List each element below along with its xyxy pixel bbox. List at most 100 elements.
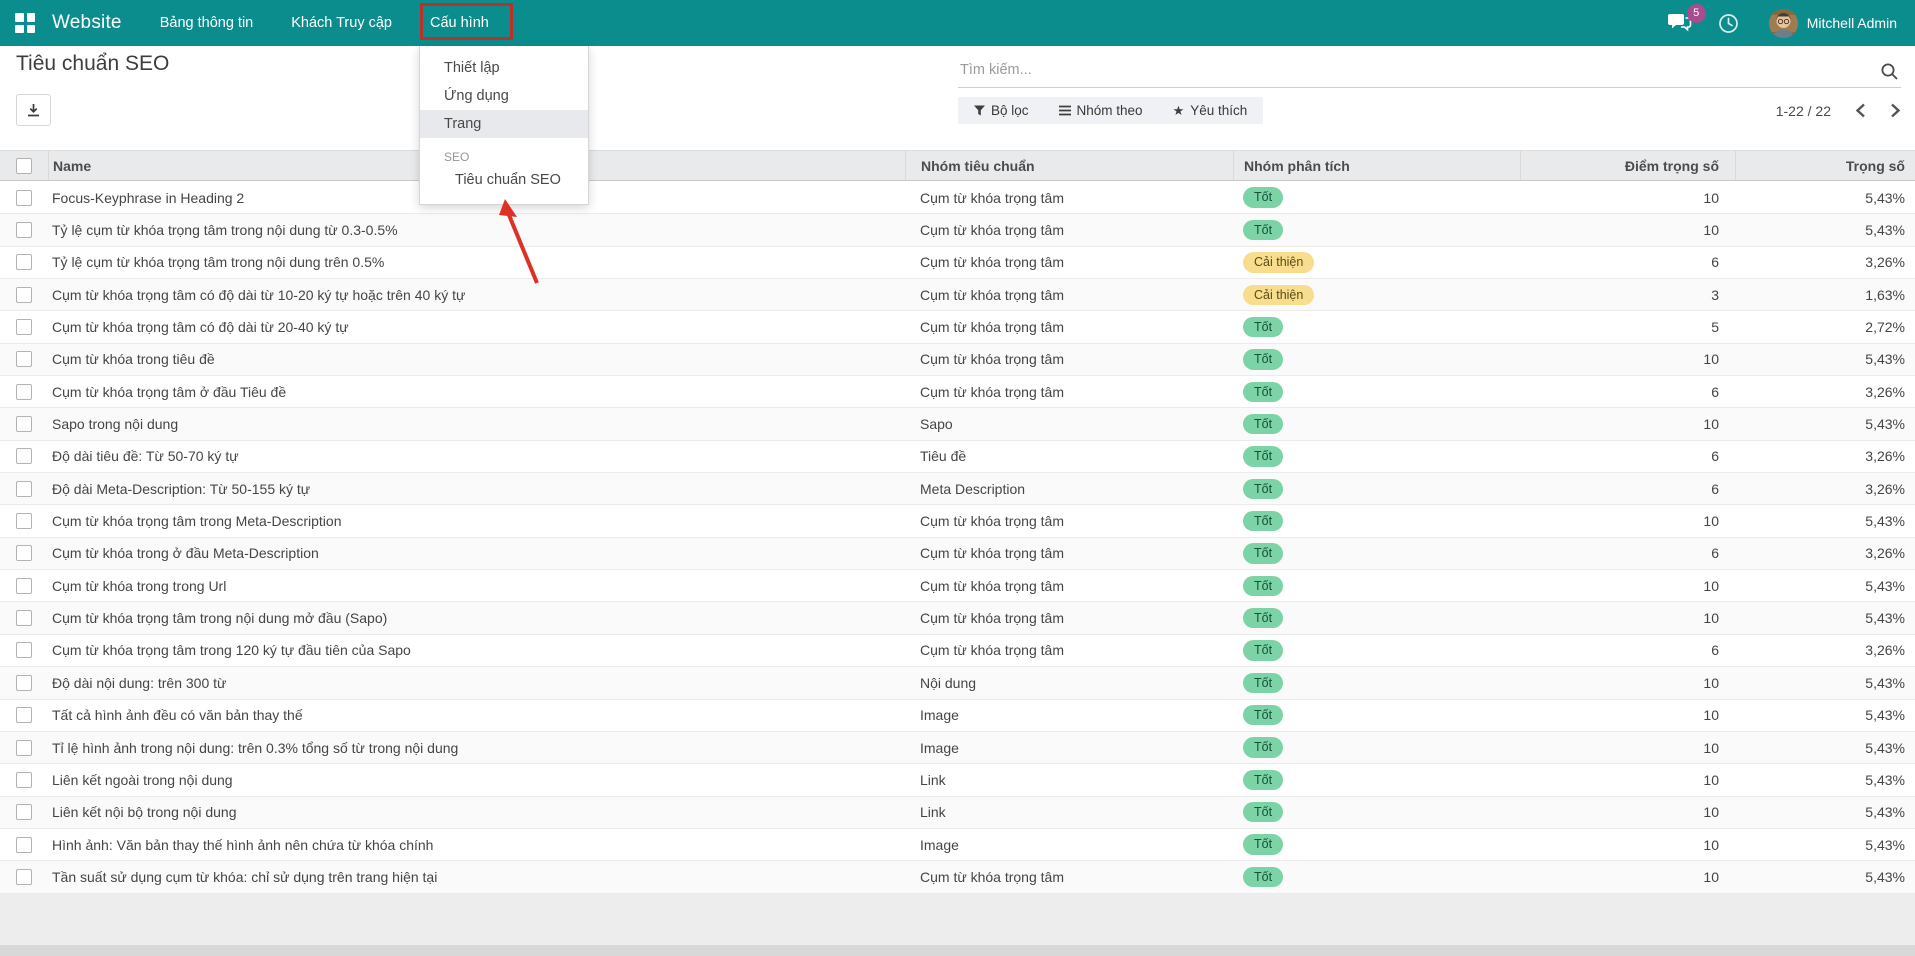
table-row[interactable]: Tỉ lệ hình ảnh trong nội dung: trên 0.3%… — [0, 732, 1915, 764]
table-row[interactable]: Độ dài nội dung: trên 300 từ Nội dung Tố… — [0, 667, 1915, 699]
table-row[interactable]: Cụm từ khóa trong tiêu đề Cụm từ khóa tr… — [0, 344, 1915, 376]
dropdown-menu-item[interactable]: Ứng dụng — [420, 82, 588, 110]
table-row[interactable]: Cụm từ khóa trọng tâm trong nội dung mở … — [0, 602, 1915, 634]
row-checkbox[interactable] — [16, 869, 32, 885]
row-checkbox[interactable] — [16, 675, 32, 691]
page-title: Tiêu chuẩn SEO — [16, 52, 169, 76]
nav-item-configuration[interactable]: Cấu hình — [430, 0, 489, 46]
table-row[interactable]: Hình ảnh: Văn bản thay thế hình ảnh nên … — [0, 829, 1915, 861]
row-checkbox-cell — [0, 740, 48, 756]
row-checkbox[interactable] — [16, 448, 32, 464]
row-checkbox[interactable] — [16, 254, 32, 270]
weight-value: 1,63% — [1735, 287, 1915, 303]
weight-value: 5,43% — [1735, 707, 1915, 723]
row-checkbox[interactable] — [16, 740, 32, 756]
row-checkbox[interactable] — [16, 772, 32, 788]
table-row[interactable]: Cụm từ khóa trọng tâm trong Meta-Descrip… — [0, 505, 1915, 537]
table-row[interactable]: Cụm từ khóa trọng tâm có độ dài từ 20-40… — [0, 311, 1915, 343]
row-checkbox[interactable] — [16, 610, 32, 626]
row-checkbox[interactable] — [16, 222, 32, 238]
table-row[interactable]: Cụm từ khóa trọng tâm ở đầu Tiêu đề Cụm … — [0, 376, 1915, 408]
row-checkbox[interactable] — [16, 545, 32, 561]
row-checkbox[interactable] — [16, 384, 32, 400]
table-row[interactable]: Cụm từ khóa trọng tâm có độ dài từ 10-20… — [0, 279, 1915, 311]
column-header-analysis-group[interactable]: Nhóm phân tích — [1233, 151, 1520, 180]
criterion-group: Image — [905, 740, 1233, 756]
table-row[interactable]: Sapo trong nội dung Sapo Tốt 10 5,43% — [0, 408, 1915, 440]
user-name[interactable]: Mitchell Admin — [1807, 15, 1897, 31]
criterion-name: Cụm từ khóa trọng tâm trong Meta-Descrip… — [48, 513, 905, 529]
dropdown-item-seo-criteria[interactable]: Tiêu chuẩn SEO — [420, 166, 588, 194]
app-brand[interactable]: Website — [52, 12, 122, 34]
favorites-button[interactable]: ★ Yêu thích — [1173, 103, 1248, 118]
user-avatar[interactable] — [1769, 9, 1798, 38]
column-header-weight[interactable]: Trọng số — [1735, 151, 1915, 180]
row-checkbox[interactable] — [16, 837, 32, 853]
status-badge: Tốt — [1243, 382, 1283, 402]
row-checkbox[interactable] — [16, 578, 32, 594]
table-row[interactable]: Liên kết ngoài trong nội dung Link Tốt 1… — [0, 764, 1915, 796]
dropdown-menu-item[interactable]: Trang — [420, 110, 588, 138]
table-row[interactable]: Cụm từ khóa trong trong Url Cụm từ khóa … — [0, 570, 1915, 602]
table-row[interactable]: Độ dài Meta-Description: Từ 50-155 ký tự… — [0, 473, 1915, 505]
status-badge: Tốt — [1243, 349, 1283, 369]
row-checkbox[interactable] — [16, 481, 32, 497]
row-checkbox[interactable] — [16, 351, 32, 367]
row-checkbox[interactable] — [16, 190, 32, 206]
row-checkbox[interactable] — [16, 642, 32, 658]
criterion-group: Cụm từ khóa trọng tâm — [905, 869, 1233, 885]
score-value: 6 — [1520, 481, 1735, 497]
table-row[interactable]: Độ dài tiêu đề: Từ 50-70 ký tự Tiêu đề T… — [0, 441, 1915, 473]
pager-next-button[interactable] — [1890, 103, 1901, 118]
export-button[interactable] — [16, 94, 51, 126]
analysis-group-cell: Tốt — [1233, 705, 1520, 725]
filters-button[interactable]: Bộ lọc — [974, 103, 1029, 118]
score-value: 10 — [1520, 804, 1735, 820]
table-row[interactable]: Focus-Keyphrase in Heading 2 Cụm từ khóa… — [0, 182, 1915, 214]
criterion-group: Link — [905, 772, 1233, 788]
row-checkbox[interactable] — [16, 287, 32, 303]
table-row[interactable]: Tỷ lệ cụm từ khóa trọng tâm trong nội du… — [0, 214, 1915, 246]
messages-icon[interactable]: 5 — [1668, 13, 1692, 33]
status-badge: Tốt — [1243, 640, 1283, 660]
row-checkbox-cell — [0, 837, 48, 853]
filter-toolbar: Bộ lọc Nhóm theo ★ Yêu thích — [958, 97, 1263, 124]
table-row[interactable]: Cụm từ khóa trọng tâm trong 120 ký tự đầ… — [0, 635, 1915, 667]
row-checkbox-cell — [0, 578, 48, 594]
row-checkbox[interactable] — [16, 416, 32, 432]
row-checkbox-cell — [0, 254, 48, 270]
weight-value: 3,26% — [1735, 545, 1915, 561]
table-row[interactable]: Tất cả hình ảnh đều có văn bản thay thế … — [0, 700, 1915, 732]
apps-grid-icon[interactable] — [15, 13, 35, 33]
pager-previous-button[interactable] — [1855, 103, 1866, 118]
dropdown-menu-item[interactable]: Thiết lập — [420, 54, 588, 82]
row-checkbox[interactable] — [16, 804, 32, 820]
weight-value: 3,26% — [1735, 448, 1915, 464]
weight-value: 5,43% — [1735, 351, 1915, 367]
table-row[interactable]: Tần suất sử dụng cụm từ khóa: chỉ sử dụn… — [0, 861, 1915, 893]
column-header-criteria-group[interactable]: Nhóm tiêu chuẩn — [905, 151, 1233, 180]
status-badge: Tốt — [1243, 737, 1283, 757]
status-badge: Cải thiện — [1243, 285, 1314, 305]
criterion-group: Link — [905, 804, 1233, 820]
row-checkbox[interactable] — [16, 513, 32, 529]
criterion-name: Hình ảnh: Văn bản thay thế hình ảnh nên … — [48, 837, 905, 853]
status-badge: Tốt — [1243, 867, 1283, 887]
search-input[interactable] — [958, 56, 1901, 88]
horizontal-scrollbar[interactable] — [0, 945, 1915, 956]
nav-item-dashboard[interactable]: Bảng thông tin — [160, 0, 254, 46]
score-value: 10 — [1520, 675, 1735, 691]
score-value: 10 — [1520, 610, 1735, 626]
activities-clock-icon[interactable] — [1718, 13, 1739, 34]
column-header-score[interactable]: Điểm trọng số — [1520, 151, 1735, 180]
row-checkbox[interactable] — [16, 319, 32, 335]
table-row[interactable]: Cụm từ khóa trong ở đầu Meta-Description… — [0, 538, 1915, 570]
nav-item-visitors[interactable]: Khách Truy cập — [291, 0, 392, 46]
select-all-checkbox[interactable] — [16, 158, 32, 174]
row-checkbox[interactable] — [16, 707, 32, 723]
search-icon[interactable] — [1880, 62, 1899, 86]
table-row[interactable]: Tỷ lệ cụm từ khóa trọng tâm trong nội du… — [0, 247, 1915, 279]
group-by-button[interactable]: Nhóm theo — [1059, 103, 1143, 118]
score-value: 6 — [1520, 545, 1735, 561]
table-row[interactable]: Liên kết nội bộ trong nội dung Link Tốt … — [0, 797, 1915, 829]
